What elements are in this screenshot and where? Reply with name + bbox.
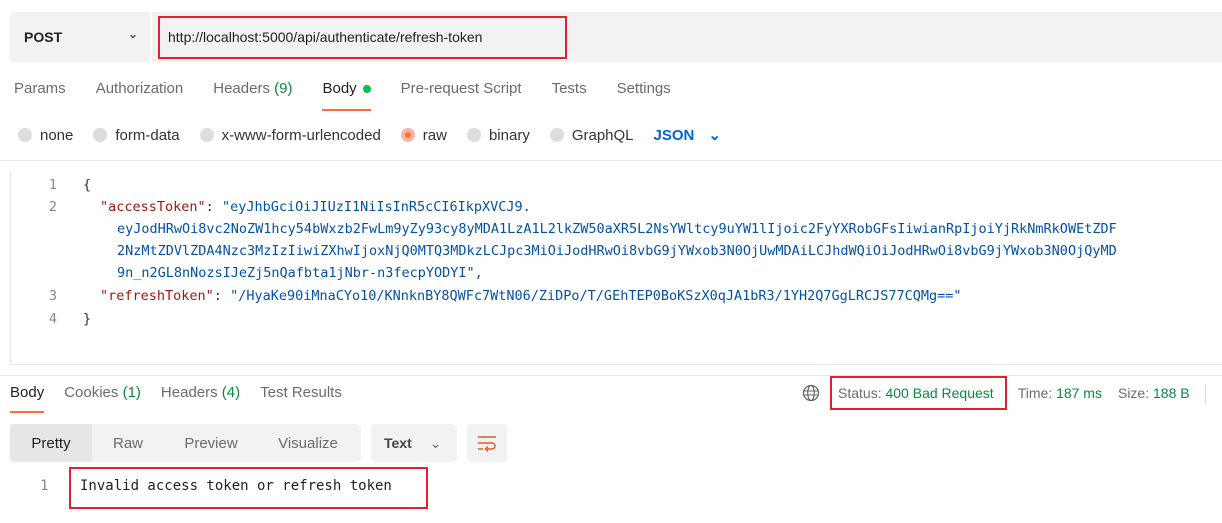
view-raw[interactable]: Raw [92,424,164,462]
size[interactable]: Size: 188 B [1118,385,1190,401]
code-line: "refreshToken": "/HyaKe90iMnaCYo10/KNnkn… [100,288,962,304]
chevron-down-icon: ⌄ [429,434,442,451]
wrap-lines-icon [478,436,496,452]
highlight-box [69,467,428,509]
highlight-box [158,16,567,59]
chevron-down-icon: ⌄ [127,27,138,41]
view-mode-tabs: Pretty Raw Preview Visualize [10,424,361,462]
view-visualize[interactable]: Visualize [258,424,358,462]
tab-body[interactable]: Body [322,80,371,111]
code-line: 2NzMtZDVlZDA4Nzc3MzIzIiwiZXhwIjoxNjQ0MTQ… [117,243,1117,259]
tab-cookies[interactable]: Cookies (1) [64,384,141,401]
time[interactable]: Time: 187 ms [1018,385,1102,401]
tab-count: (9) [274,80,293,97]
method-label: POST [24,29,63,45]
body-type-radios: none form-data x-www-form-urlencoded raw… [18,126,721,144]
tab-response-body[interactable]: Body [10,384,45,413]
request-tabs: Params Authorization Headers (9) Body Pr… [14,80,701,111]
globe-icon[interactable] [802,384,820,402]
tab-settings[interactable]: Settings [617,80,671,97]
response-format-select[interactable]: Text ⌄ [371,424,457,462]
tab-tests[interactable]: Tests [552,80,587,97]
line-number: 1 [48,177,57,193]
code-line: 9n_n2GL8nNozsIJeZj5nQafbta1jNbr-n3fecpYO… [117,265,483,281]
view-preview[interactable]: Preview [164,424,258,462]
tab-label: Body [322,80,357,97]
tab-response-headers[interactable]: Headers (4) [161,384,240,401]
tab-headers[interactable]: Headers (9) [213,80,292,97]
divider [0,160,1222,161]
code-brace: } [83,311,92,327]
line-number: 3 [48,288,57,304]
tab-authorization[interactable]: Authorization [96,80,184,97]
response-tabs: Body Cookies (1) Headers (4) Test Result… [10,384,362,413]
code-brace: { [83,177,92,193]
code-line: eyJodHRwOi8vc2NoZW1hcy54bWxzb2FwLm9yZy93… [117,221,1117,237]
wrap-lines-button[interactable] [467,424,507,462]
radio-urlencoded[interactable]: x-www-form-urlencoded [199,127,381,144]
line-number: 1 [40,478,49,494]
line-number: 2 [48,199,57,215]
status-dot-icon [362,85,371,94]
radio-none[interactable]: none [18,127,73,144]
radio-graphql[interactable]: GraphQL [549,127,634,144]
format-select[interactable]: JSON ⌄ [654,126,721,145]
radio-raw[interactable]: raw [400,127,447,144]
code-line: "accessToken": "eyJhbGciOiJIUzI1NiIsInR5… [100,199,531,215]
chevron-down-icon: ⌄ [708,127,721,144]
tab-label: Headers [213,80,270,97]
tab-params[interactable]: Params [14,80,66,97]
method-select[interactable]: POST ⌄ [10,12,150,62]
divider [1205,384,1206,404]
radio-binary[interactable]: binary [466,127,530,144]
line-number: 4 [48,311,57,327]
radio-form-data[interactable]: form-data [93,127,180,144]
divider [0,375,1222,376]
view-pretty[interactable]: Pretty [10,424,92,462]
highlight-box [830,376,1007,410]
code-editor[interactable]: 1 2 3 4 { "accessToken": "eyJhbGciOiJIUz… [10,172,1222,365]
tab-test-results[interactable]: Test Results [260,384,342,401]
tab-pre-request-script[interactable]: Pre-request Script [401,80,522,97]
